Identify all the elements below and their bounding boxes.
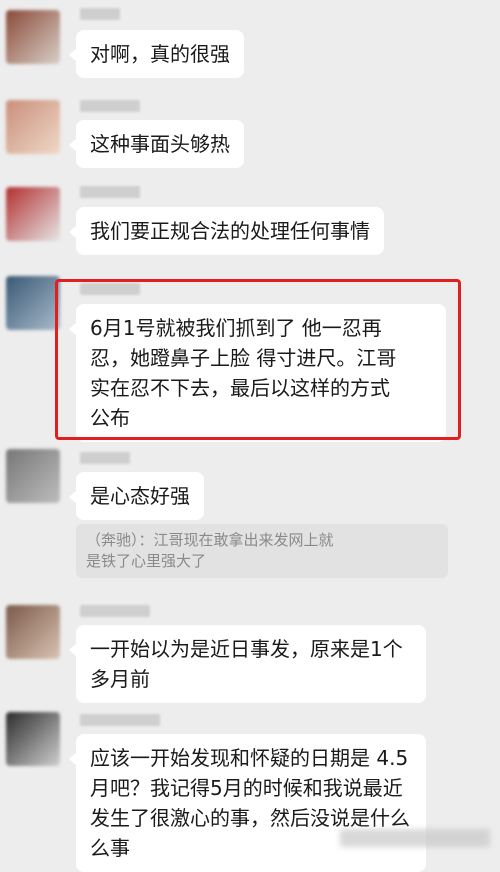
- message-bubble[interactable]: 是心态好强: [69, 472, 204, 520]
- message-bubble[interactable]: 这种事面头够热: [69, 120, 244, 168]
- avatar[interactable]: [6, 276, 60, 330]
- avatar[interactable]: [6, 605, 60, 659]
- message-bubble[interactable]: 一开始以为是近日事发，原来是1个 多月前: [69, 625, 426, 703]
- sender-name: [80, 452, 130, 464]
- message-bubble[interactable]: 对啊，真的很强: [69, 30, 244, 78]
- avatar[interactable]: [6, 712, 60, 766]
- sender-name: [80, 186, 140, 198]
- avatar[interactable]: [6, 187, 60, 241]
- avatar[interactable]: [6, 100, 60, 154]
- message-bubble[interactable]: 应该一开始发现和怀疑的日期是 4.5 月吧？我记得5月的时候和我说最近 发生了很…: [69, 734, 426, 872]
- sender-name: [80, 714, 160, 726]
- quoted-message[interactable]: （奔驰）：江哥现在敢拿出来发网上就 是铁了心里强大了: [76, 524, 448, 578]
- highlight-box: [55, 279, 461, 440]
- message-bubble[interactable]: 我们要正规合法的处理任何事情: [69, 207, 384, 255]
- avatar[interactable]: [6, 10, 60, 64]
- sender-name: [80, 100, 140, 112]
- sender-name: [80, 8, 120, 20]
- watermark: [340, 829, 490, 847]
- sender-name: [80, 605, 150, 617]
- avatar[interactable]: [6, 449, 60, 503]
